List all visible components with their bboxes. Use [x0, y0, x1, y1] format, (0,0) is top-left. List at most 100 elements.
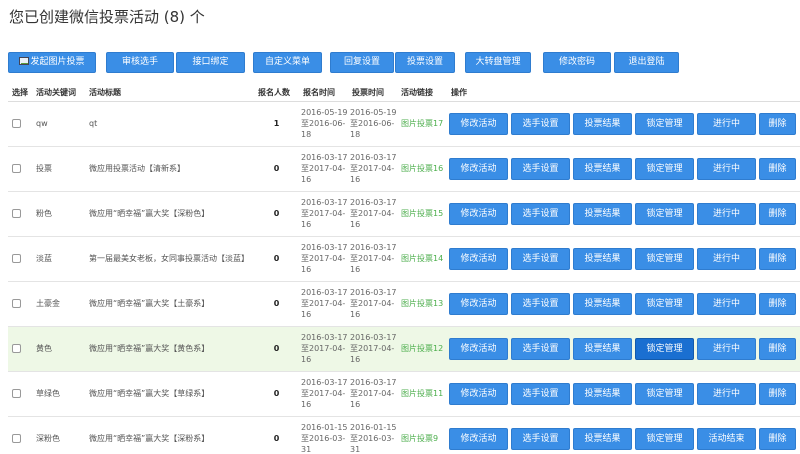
in-progress-button[interactable]: 进行中 [697, 112, 756, 135]
delete-button[interactable]: 删除 [759, 427, 796, 450]
in-progress-button[interactable]: 进行中 [697, 337, 756, 360]
table-row: 黄色 微应用“晒幸福”赢大奖【黄色系】 0 2016-03-17至2017-04-16… [8, 326, 800, 372]
create-image-vote-button[interactable]: 发起图片投票 [8, 52, 96, 73]
vote-results-button[interactable]: 投票结果 [573, 202, 632, 225]
wheel-management-button[interactable]: 大转盘管理 [465, 52, 531, 73]
row-checkbox[interactable] [12, 164, 21, 173]
actions-cell: 修改活动 选手设置 投票结果 锁定管理 进行中 删除 [447, 281, 800, 327]
vote-results-button[interactable]: 投票结果 [573, 427, 632, 450]
delete-button[interactable]: 删除 [759, 247, 796, 270]
contestant-settings-button[interactable]: 选手设置 [511, 247, 570, 270]
activity-ended-button[interactable]: 活动结束 [697, 427, 756, 450]
activity-link[interactable]: 图片投票9 [397, 416, 447, 454]
title-cell: 微应用“晒幸福”赢大奖【深粉色】 [85, 191, 254, 237]
vote-results-button[interactable]: 投票结果 [573, 292, 632, 315]
table-row: 淡蓝 第一届最美女老板，女同事投票活动【淡蓝】 0 2016-03-17至2017-0… [8, 236, 800, 282]
header-count: 报名人数 [254, 84, 299, 102]
vote-results-button[interactable]: 投票结果 [573, 112, 632, 135]
change-password-button[interactable]: 修改密码 [543, 52, 611, 73]
actions-cell: 修改活动 选手设置 投票结果 锁定管理 进行中 删除 [447, 101, 800, 147]
lock-management-button[interactable]: 锁定管理 [635, 337, 694, 360]
edit-activity-button[interactable]: 修改活动 [449, 202, 508, 225]
activity-link[interactable]: 图片投票12 [397, 326, 447, 372]
activity-link[interactable]: 图片投票14 [397, 236, 447, 282]
contestant-settings-button[interactable]: 选手设置 [511, 202, 570, 225]
activity-link[interactable]: 图片投票16 [397, 146, 447, 192]
row-checkbox[interactable] [12, 389, 21, 398]
contestant-settings-button[interactable]: 选手设置 [511, 382, 570, 405]
review-contestants-button[interactable]: 审核选手 [106, 52, 174, 73]
keyword-cell: 土豪金 [32, 281, 85, 327]
title-cell: 微应用“晒幸福”赢大奖【土豪系】 [85, 281, 254, 327]
in-progress-button[interactable]: 进行中 [697, 292, 756, 315]
contestant-settings-button[interactable]: 选手设置 [511, 157, 570, 180]
select-cell [8, 416, 32, 454]
row-checkbox[interactable] [12, 299, 21, 308]
vote-time-cell: 2016-01-15至2016-03-31 [348, 416, 397, 454]
count-cell: 0 [254, 326, 299, 372]
lock-management-button[interactable]: 锁定管理 [635, 202, 694, 225]
vote-time-cell: 2016-05-19至2016-06-18 [348, 101, 397, 147]
lock-management-button[interactable]: 锁定管理 [635, 382, 694, 405]
delete-button[interactable]: 删除 [759, 382, 796, 405]
select-cell [8, 191, 32, 237]
contestant-settings-button[interactable]: 选手设置 [511, 427, 570, 450]
activity-link[interactable]: 图片投票11 [397, 371, 447, 417]
edit-activity-button[interactable]: 修改活动 [449, 427, 508, 450]
in-progress-button[interactable]: 进行中 [697, 382, 756, 405]
edit-activity-button[interactable]: 修改活动 [449, 337, 508, 360]
create-image-vote-label: 发起图片投票 [30, 57, 85, 67]
signup-time-cell: 2016-03-17至2017-04-16 [299, 236, 348, 282]
in-progress-button[interactable]: 进行中 [697, 247, 756, 270]
delete-button[interactable]: 删除 [759, 292, 796, 315]
activity-link[interactable]: 图片投票15 [397, 191, 447, 237]
row-checkbox[interactable] [12, 434, 21, 443]
vote-results-button[interactable]: 投票结果 [573, 247, 632, 270]
vote-results-button[interactable]: 投票结果 [573, 157, 632, 180]
contestant-settings-button[interactable]: 选手设置 [511, 292, 570, 315]
vote-time-cell: 2016-03-17至2017-04-16 [348, 146, 397, 192]
header-signup-time: 报名时间 [299, 84, 348, 102]
delete-button[interactable]: 删除 [759, 337, 796, 360]
row-checkbox[interactable] [12, 344, 21, 353]
edit-activity-button[interactable]: 修改活动 [449, 382, 508, 405]
row-checkbox[interactable] [12, 119, 21, 128]
signup-time-cell: 2016-03-17至2017-04-16 [299, 191, 348, 237]
delete-button[interactable]: 删除 [759, 112, 796, 135]
in-progress-button[interactable]: 进行中 [697, 202, 756, 225]
api-binding-button[interactable]: 接口绑定 [176, 52, 245, 73]
count-cell: 0 [254, 191, 299, 237]
row-checkbox[interactable] [12, 254, 21, 263]
delete-button[interactable]: 删除 [759, 157, 796, 180]
title-cell: 第一届最美女老板，女同事投票活动【淡蓝】 [85, 236, 254, 282]
lock-management-button[interactable]: 锁定管理 [635, 247, 694, 270]
activity-link[interactable]: 图片投票13 [397, 281, 447, 327]
header-select: 选择 [8, 84, 32, 102]
edit-activity-button[interactable]: 修改活动 [449, 112, 508, 135]
vote-settings-button[interactable]: 投票设置 [395, 52, 455, 73]
edit-activity-button[interactable]: 修改活动 [449, 292, 508, 315]
custom-menu-button[interactable]: 自定义菜单 [253, 52, 322, 73]
lock-management-button[interactable]: 锁定管理 [635, 292, 694, 315]
delete-button[interactable]: 删除 [759, 202, 796, 225]
vote-time-cell: 2016-03-17至2017-04-16 [348, 326, 397, 372]
edit-activity-button[interactable]: 修改活动 [449, 157, 508, 180]
lock-management-button[interactable]: 锁定管理 [635, 157, 694, 180]
keyword-cell: 投票 [32, 146, 85, 192]
edit-activity-button[interactable]: 修改活动 [449, 247, 508, 270]
vote-results-button[interactable]: 投票结果 [573, 382, 632, 405]
reply-settings-button[interactable]: 回复设置 [330, 52, 394, 73]
vote-results-button[interactable]: 投票结果 [573, 337, 632, 360]
contestant-settings-button[interactable]: 选手设置 [511, 337, 570, 360]
activity-link[interactable]: 图片投票17 [397, 101, 447, 147]
contestant-settings-button[interactable]: 选手设置 [511, 112, 570, 135]
lock-management-button[interactable]: 锁定管理 [635, 427, 694, 450]
signup-time-cell: 2016-05-19至2016-06-18 [299, 101, 348, 147]
row-checkbox[interactable] [12, 209, 21, 218]
lock-management-button[interactable]: 锁定管理 [635, 112, 694, 135]
signup-time-cell: 2016-01-15至2016-03-31 [299, 416, 348, 454]
header-title: 活动标题 [85, 84, 254, 102]
in-progress-button[interactable]: 进行中 [697, 157, 756, 180]
select-cell [8, 326, 32, 372]
logout-button[interactable]: 退出登陆 [614, 52, 679, 73]
